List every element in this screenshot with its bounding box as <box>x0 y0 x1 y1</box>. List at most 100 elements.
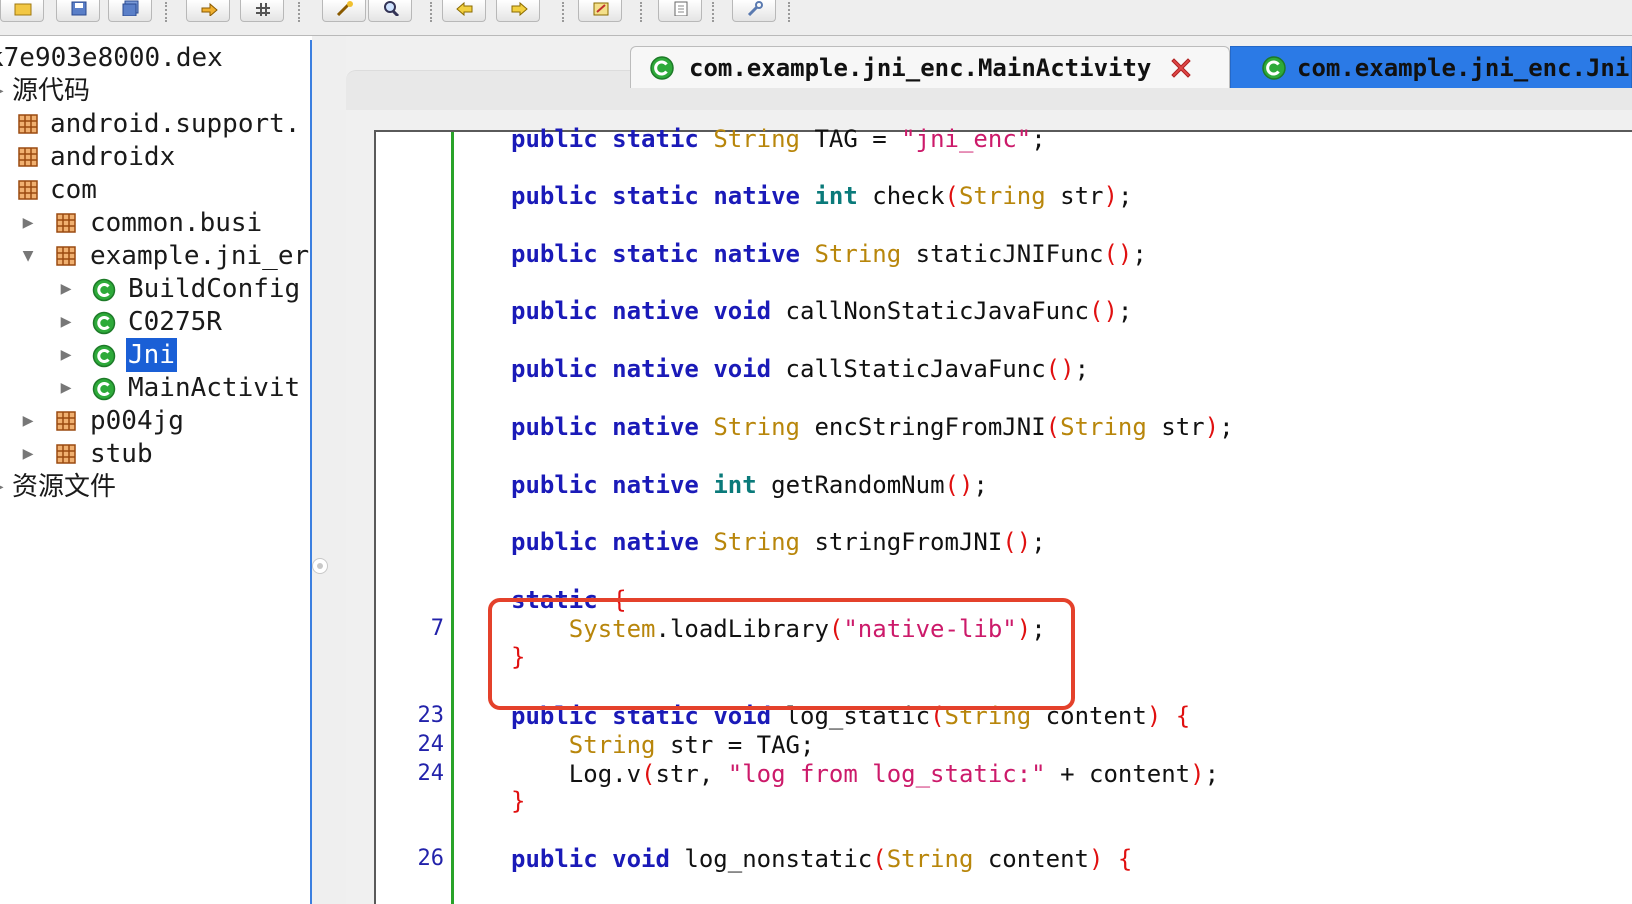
code-token: static <box>612 182 699 210</box>
splitter-handle[interactable] <box>312 558 328 574</box>
class-icon <box>92 311 116 335</box>
close-icon[interactable] <box>1169 56 1193 80</box>
tree-node-label: k7e903e8000.dex <box>0 43 223 73</box>
expand-arrow-icon[interactable]: ▸ <box>0 470 10 504</box>
code-line: public native int getRandomNum(); <box>511 471 988 499</box>
code-token: void <box>713 355 772 383</box>
code-token: native <box>713 182 801 210</box>
export-button[interactable] <box>186 0 230 22</box>
tree-node-androidx[interactable]: androidx <box>0 140 310 174</box>
edit-button[interactable] <box>578 0 622 22</box>
code-token: str = TAG; <box>655 731 815 759</box>
class-icon <box>92 344 116 368</box>
back-button[interactable] <box>442 0 486 22</box>
expand-arrow-icon[interactable]: ▶ <box>56 305 76 339</box>
tab-main-activity[interactable]: com.example.jni_enc.MainActivity <box>630 46 1230 88</box>
tree-node-mainactivity[interactable]: ▶ MainActivit <box>0 371 310 405</box>
code-token: int <box>713 471 757 499</box>
code-token: } <box>511 787 526 815</box>
wand-icon <box>336 1 353 16</box>
tree-node-c0275r[interactable]: ▶ C0275R <box>0 305 310 339</box>
code-token: ( <box>1045 413 1061 441</box>
code-token: String <box>814 240 902 268</box>
line-number: 7 <box>430 616 444 641</box>
code-token: void <box>713 297 772 325</box>
package-icon <box>18 114 38 134</box>
search-button[interactable] <box>368 0 412 22</box>
expand-arrow-icon[interactable]: ▶ <box>56 272 76 306</box>
code-token: public <box>511 125 598 153</box>
code-line: public native void callStaticJavaFunc(); <box>511 355 1089 383</box>
wrench-button[interactable] <box>732 0 776 22</box>
open-folder-button[interactable] <box>0 0 44 22</box>
code-line: } <box>511 787 525 815</box>
tab-jni[interactable]: com.example.jni_enc.Jni <box>1230 46 1632 88</box>
grid-button[interactable] <box>240 0 284 22</box>
code-token: native <box>612 297 699 325</box>
export-icon <box>201 2 218 16</box>
code-token: ; <box>1031 125 1046 153</box>
class-icon <box>92 377 116 401</box>
document-icon <box>674 1 688 16</box>
code-token: ( <box>944 182 959 210</box>
line-number: 23 <box>417 703 445 728</box>
expand-arrow-icon[interactable]: ▶ <box>18 404 38 438</box>
tree-node-stub[interactable]: ▶ stub <box>0 437 310 471</box>
forward-button[interactable] <box>496 0 540 22</box>
tree-node-buildconfig[interactable]: ▶ BuildConfig <box>0 272 310 306</box>
code-token: public <box>511 845 598 873</box>
expand-arrow-icon[interactable]: ▶ <box>56 371 76 405</box>
code-line: public native String encStringFromJNI(St… <box>511 413 1234 441</box>
tree-node-label: BuildConfig <box>128 274 301 304</box>
tree-node-label: example.jni_er <box>90 241 310 271</box>
package-icon <box>56 213 76 233</box>
code-token: ; <box>1132 240 1147 268</box>
save-all-button[interactable] <box>108 0 152 22</box>
tree-node-label: 资源文件 <box>12 472 117 502</box>
tree-node-example-jni-enc[interactable]: ▼ example.jni_er <box>0 239 310 273</box>
edit-icon <box>593 2 609 16</box>
class-icon <box>1262 56 1286 80</box>
tree-node-p004jg[interactable]: ▶ p004jg <box>0 404 310 438</box>
code-token: String <box>713 413 801 441</box>
code-token: ; <box>1074 355 1090 383</box>
tree-node-label: p004jg <box>90 406 184 436</box>
wand-button[interactable] <box>322 0 366 22</box>
code-token: public <box>511 240 598 268</box>
code-token: public <box>511 182 598 210</box>
tree-node-com[interactable]: com <box>0 173 310 207</box>
code-token: stringFromJNI <box>800 528 1003 556</box>
code-token: str <box>1045 182 1104 210</box>
tree-node-dex[interactable]: k7e903e8000.dex <box>0 41 310 75</box>
line-number: 26 <box>417 846 445 871</box>
collapse-arrow-icon[interactable]: ▼ <box>18 239 38 273</box>
tree-node-source[interactable]: ▸源代码 <box>0 74 310 108</box>
tree-node-resources[interactable]: ▸资源文件 <box>0 470 310 504</box>
code-line: public static String TAG = "jni_enc"; <box>511 125 1046 153</box>
expand-arrow-icon[interactable]: ▶ <box>18 206 38 240</box>
code-token: native <box>612 413 699 441</box>
expand-arrow-icon[interactable]: ▶ <box>56 338 76 372</box>
tree-node-android-support[interactable]: android.support. <box>0 107 310 141</box>
code-token: String <box>1060 413 1147 441</box>
tree-node-jni[interactable]: ▶ Jni <box>0 338 310 372</box>
expand-arrow-icon[interactable]: ▶ <box>18 437 38 471</box>
panel-splitter[interactable] <box>312 36 346 904</box>
save-button[interactable] <box>56 0 100 22</box>
code-line: public static native String staticJNIFun… <box>511 240 1147 268</box>
code-token: str <box>1146 413 1205 441</box>
document-button[interactable] <box>658 0 702 22</box>
toolbar-separator <box>165 2 167 22</box>
code-token: staticJNIFunc <box>901 240 1104 268</box>
expand-arrow-icon[interactable]: ▸ <box>0 74 10 108</box>
tree-node-common-busi[interactable]: ▶ common.busi <box>0 206 310 240</box>
code-token: public <box>511 355 598 383</box>
tree-node-label: com <box>50 175 97 205</box>
